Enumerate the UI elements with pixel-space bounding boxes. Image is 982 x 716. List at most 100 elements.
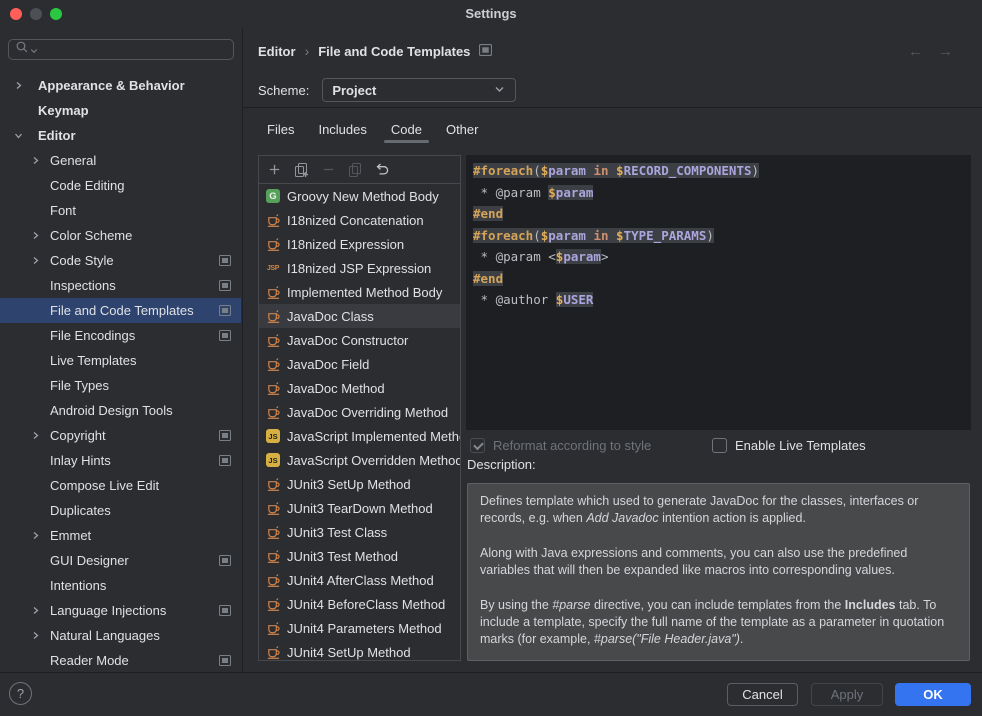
sidebar-item-code-editing[interactable]: Code Editing bbox=[0, 173, 241, 198]
reset-icon[interactable] bbox=[372, 160, 392, 180]
template-item-label: JUnit4 SetUp Method bbox=[287, 645, 411, 660]
add-icon[interactable] bbox=[264, 160, 284, 180]
sidebar-item-label: Compose Live Edit bbox=[50, 478, 159, 493]
sidebar-item-compose-live-edit[interactable]: Compose Live Edit bbox=[0, 473, 241, 498]
tab-code[interactable]: Code bbox=[379, 114, 434, 144]
sidebar-item-live-templates[interactable]: Live Templates bbox=[0, 348, 241, 373]
template-item-i18nized-expression[interactable]: I18nized Expression bbox=[259, 232, 460, 256]
template-item-junit3-test-class[interactable]: JUnit3 Test Class bbox=[259, 520, 460, 544]
sidebar-item-editor[interactable]: Editor bbox=[0, 123, 241, 148]
template-item-junit3-setup-method[interactable]: JUnit3 SetUp Method bbox=[259, 472, 460, 496]
sidebar-item-android-design-tools[interactable]: Android Design Tools bbox=[0, 398, 241, 423]
template-item-javadoc-method[interactable]: JavaDoc Method bbox=[259, 376, 460, 400]
tab-includes[interactable]: Includes bbox=[306, 114, 378, 144]
sidebar-item-font[interactable]: Font bbox=[0, 198, 241, 223]
chevron-down-icon[interactable] bbox=[14, 131, 38, 140]
settings-search-input[interactable] bbox=[8, 39, 234, 60]
per-project-settings-icon bbox=[219, 430, 231, 441]
sidebar-item-language-injections[interactable]: Language Injections bbox=[0, 598, 241, 623]
sidebar-item-label: Duplicates bbox=[50, 503, 111, 518]
template-item-junit4-setup-method[interactable]: JUnit4 SetUp Method bbox=[259, 640, 460, 660]
sidebar-item-intentions[interactable]: Intentions bbox=[0, 573, 241, 598]
sidebar-item-reader-mode[interactable]: Reader Mode bbox=[0, 648, 241, 672]
sidebar-item-file-and-code-templates[interactable]: File and Code Templates bbox=[0, 298, 241, 323]
search-icon bbox=[15, 40, 29, 59]
chevron-right-icon[interactable] bbox=[31, 431, 50, 440]
sidebar-item-label: GUI Designer bbox=[50, 553, 129, 568]
template-code-editor[interactable]: #foreach($param in $RECORD_COMPONENTS) *… bbox=[466, 155, 971, 430]
sidebar-item-label: General bbox=[50, 153, 96, 168]
sidebar-item-copyright[interactable]: Copyright bbox=[0, 423, 241, 448]
sidebar-item-file-types[interactable]: File Types bbox=[0, 373, 241, 398]
template-item-javadoc-overriding-method[interactable]: JavaDoc Overriding Method bbox=[259, 400, 460, 424]
sidebar-item-natural-languages[interactable]: Natural Languages bbox=[0, 623, 241, 648]
window-title: Settings bbox=[0, 0, 982, 28]
sidebar-item-emmet[interactable]: Emmet bbox=[0, 523, 241, 548]
chevron-right-icon[interactable] bbox=[31, 156, 50, 165]
sidebar-item-inspections[interactable]: Inspections bbox=[0, 273, 241, 298]
search-history-caret-icon[interactable] bbox=[30, 41, 38, 59]
sidebar-item-gui-designer[interactable]: GUI Designer bbox=[0, 548, 241, 573]
settings-tree: Appearance & BehaviorKeymapEditor General… bbox=[0, 73, 241, 672]
java-class-icon bbox=[265, 356, 281, 372]
tab-files[interactable]: Files bbox=[255, 114, 306, 144]
template-item-junit4-afterclass-method[interactable]: JUnit4 AfterClass Method bbox=[259, 568, 460, 592]
tab-other[interactable]: Other bbox=[434, 114, 491, 144]
breadcrumb-file-and-code-templates: File and Code Templates bbox=[318, 44, 470, 59]
sidebar-item-general[interactable]: General bbox=[0, 148, 241, 173]
sidebar-item-inlay-hints[interactable]: Inlay Hints bbox=[0, 448, 241, 473]
sidebar-item-code-style[interactable]: Code Style bbox=[0, 248, 241, 273]
template-item-label: JUnit3 SetUp Method bbox=[287, 477, 411, 492]
chevron-right-icon[interactable] bbox=[31, 256, 50, 265]
description-box[interactable]: Defines template which used to generate … bbox=[467, 483, 970, 661]
template-item-junit3-teardown-method[interactable]: JUnit3 TearDown Method bbox=[259, 496, 460, 520]
template-item-javadoc-constructor[interactable]: JavaDoc Constructor bbox=[259, 328, 460, 352]
java-class-icon bbox=[265, 572, 281, 588]
sidebar-item-label: Android Design Tools bbox=[50, 403, 173, 418]
sidebar-item-file-encodings[interactable]: File Encodings bbox=[0, 323, 241, 348]
template-item-label: JUnit3 Test Class bbox=[287, 525, 387, 540]
reformat-checkbox[interactable] bbox=[470, 438, 485, 453]
duplicate-icon[interactable] bbox=[291, 160, 311, 180]
java-class-icon bbox=[265, 404, 281, 420]
template-item-javascript-overridden-method[interactable]: JSJavaScript Overridden Method bbox=[259, 448, 460, 472]
js-icon: JS bbox=[266, 429, 280, 443]
back-icon[interactable]: ← bbox=[908, 43, 923, 60]
sidebar-item-appearance-behavior[interactable]: Appearance & Behavior bbox=[0, 73, 241, 98]
chevron-right-icon[interactable] bbox=[14, 81, 38, 90]
chevron-right-icon[interactable] bbox=[31, 231, 50, 240]
apply-button[interactable]: Apply bbox=[811, 683, 883, 706]
sidebar-item-color-scheme[interactable]: Color Scheme bbox=[0, 223, 241, 248]
template-item-i18nized-concatenation[interactable]: I18nized Concatenation bbox=[259, 208, 460, 232]
template-item-javascript-implemented-method[interactable]: JSJavaScript Implemented Method bbox=[259, 424, 460, 448]
chevron-down-icon bbox=[493, 86, 506, 94]
cancel-button[interactable]: Cancel bbox=[727, 683, 798, 706]
template-item-javadoc-class[interactable]: JavaDoc Class bbox=[259, 304, 460, 328]
sidebar-item-label: Inlay Hints bbox=[50, 453, 111, 468]
breadcrumb-editor[interactable]: Editor bbox=[258, 44, 296, 59]
template-item-label: JavaDoc Field bbox=[287, 357, 369, 372]
template-item-groovy-new-method-body[interactable]: GGroovy New Method Body bbox=[259, 184, 460, 208]
template-item-junit4-beforeclass-method[interactable]: JUnit4 BeforeClass Method bbox=[259, 592, 460, 616]
template-item-javadoc-field[interactable]: JavaDoc Field bbox=[259, 352, 460, 376]
forward-icon[interactable]: → bbox=[938, 43, 953, 60]
sidebar-item-keymap[interactable]: Keymap bbox=[0, 98, 241, 123]
help-button[interactable]: ? bbox=[9, 682, 32, 705]
ok-button[interactable]: OK bbox=[895, 683, 971, 706]
template-item-implemented-method-body[interactable]: Implemented Method Body bbox=[259, 280, 460, 304]
sidebar-item-label: Intentions bbox=[50, 578, 106, 593]
sidebar-item-label: Code Style bbox=[50, 253, 114, 268]
chevron-right-icon[interactable] bbox=[31, 531, 50, 540]
template-item-junit4-parameters-method[interactable]: JUnit4 Parameters Method bbox=[259, 616, 460, 640]
scheme-select[interactable]: Project bbox=[322, 78, 516, 102]
per-project-settings-icon bbox=[479, 44, 492, 59]
reformat-option: Reformat according to style bbox=[470, 437, 651, 453]
chevron-right-icon[interactable] bbox=[31, 631, 50, 640]
code-line: #end bbox=[473, 203, 971, 225]
breadcrumb: Editor › File and Code Templates bbox=[258, 42, 492, 60]
template-item-i18nized-jsp-expression[interactable]: JSPI18nized JSP Expression bbox=[259, 256, 460, 280]
sidebar-item-duplicates[interactable]: Duplicates bbox=[0, 498, 241, 523]
template-item-junit3-test-method[interactable]: JUnit3 Test Method bbox=[259, 544, 460, 568]
chevron-right-icon[interactable] bbox=[31, 606, 50, 615]
enable-live-templates-checkbox[interactable] bbox=[712, 438, 727, 453]
